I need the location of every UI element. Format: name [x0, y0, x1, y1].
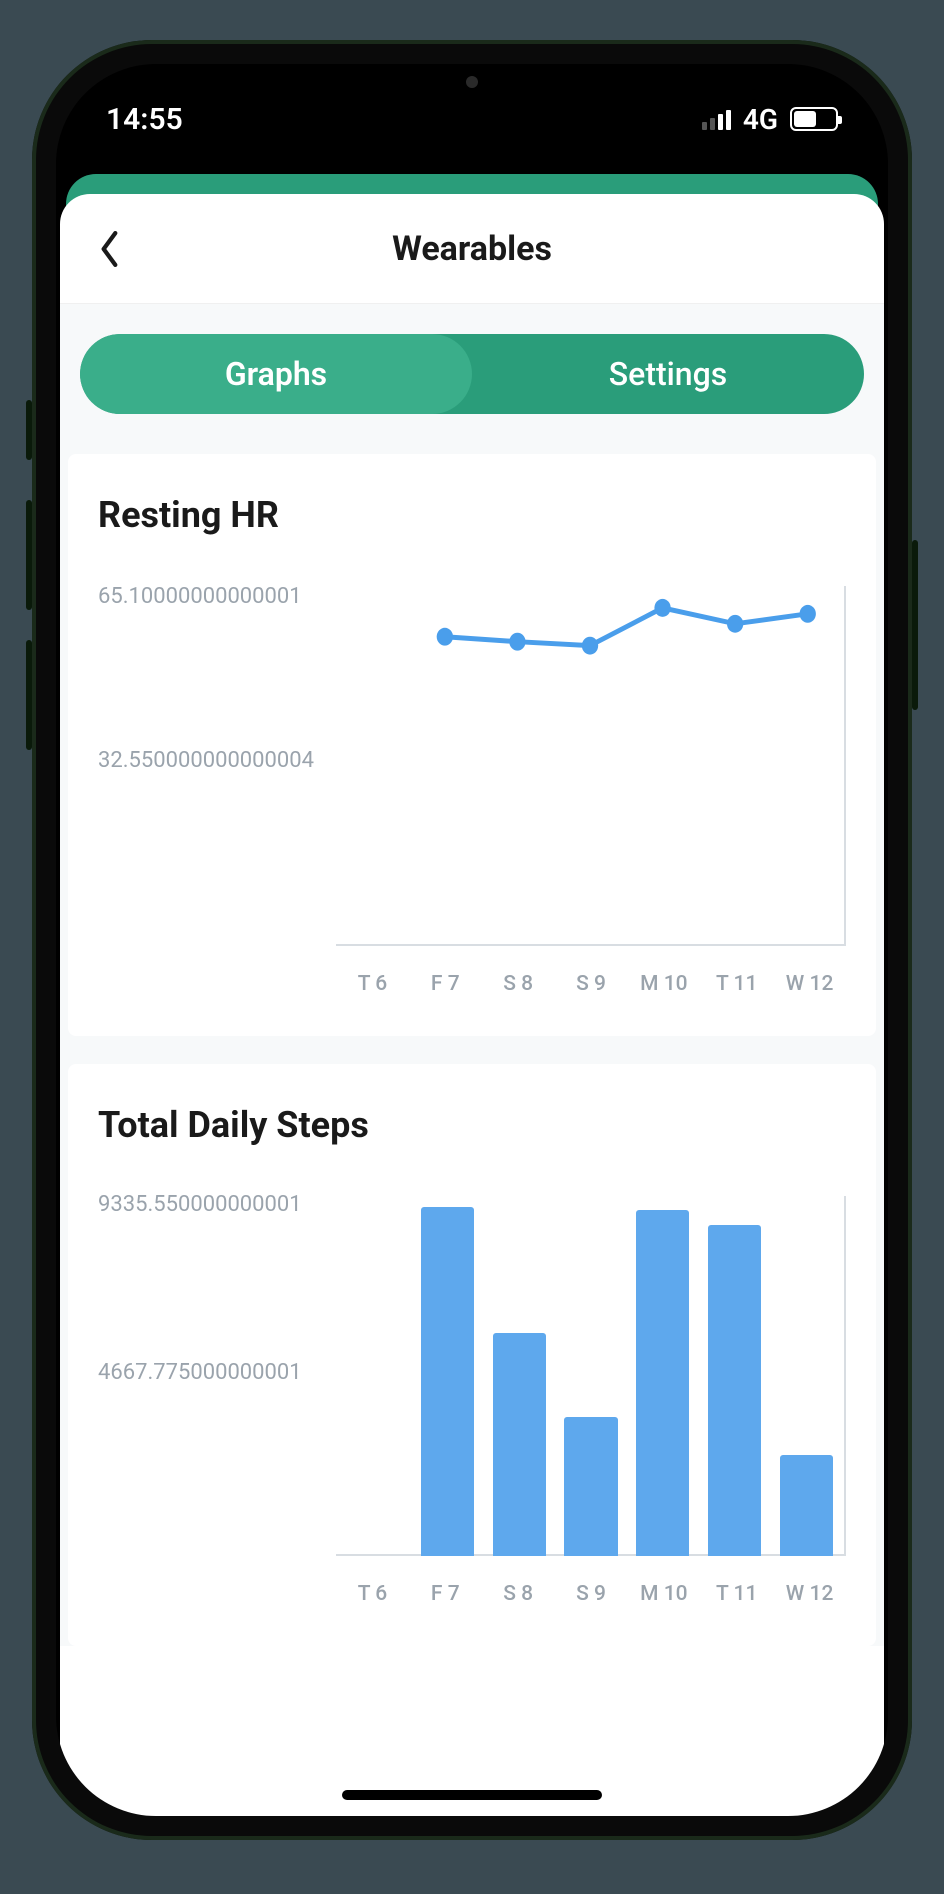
steps-x-tick: W 12: [773, 1566, 846, 1616]
hr-point: [582, 637, 598, 655]
hr-x-tick: S 8: [482, 956, 555, 1006]
tab-graphs[interactable]: Graphs: [80, 334, 472, 414]
hr-x-tick: W 12: [773, 956, 846, 1006]
steps-x-tick: T 11: [700, 1566, 773, 1616]
steps-y-tick-0: 9335.550000000001: [98, 1192, 302, 1217]
phone-screen: 14:55 4G Wearables Graphs Settings: [56, 64, 888, 1816]
steps-x-tick: T 6: [336, 1566, 409, 1616]
steps-y-tick-1: 4667.775000000001: [98, 1360, 302, 1385]
steps-bar: [421, 1207, 474, 1556]
volume-down-button: [26, 640, 32, 750]
steps-bar-slot: [483, 1196, 555, 1556]
steps-bar: [493, 1333, 546, 1556]
hr-x-axis: T 6 F 7 S 8 S 9 M 10 T 11 W 12: [336, 956, 846, 1006]
steps-bar-slot: [699, 1196, 771, 1556]
steps-bar-slot: [555, 1196, 627, 1556]
hr-x-tick: T 11: [700, 956, 773, 1006]
app-sheet: Wearables Graphs Settings Resting HR 65.…: [60, 194, 884, 1816]
steps-bar-slot: [412, 1196, 484, 1556]
hr-point: [509, 633, 525, 651]
page-title: Wearables: [392, 229, 552, 269]
hr-line-path: [445, 608, 808, 646]
steps-bar-slot: [770, 1196, 842, 1556]
hr-plot-area: [336, 586, 846, 946]
side-button: [26, 400, 32, 460]
home-indicator[interactable]: [342, 1790, 602, 1800]
hr-x-tick: S 9: [555, 956, 628, 1006]
tabs-bar: Graphs Settings: [60, 304, 884, 454]
back-button[interactable]: [90, 229, 130, 269]
steps-x-tick: F 7: [409, 1566, 482, 1616]
hr-x-tick: M 10: [627, 956, 700, 1006]
status-right: 4G: [702, 103, 838, 136]
power-button: [912, 540, 918, 710]
hr-point: [727, 615, 743, 633]
steps-card: Total Daily Steps 9335.550000000001 4667…: [68, 1064, 876, 1646]
resting-hr-chart: 65.10000000000001 32.550000000000004: [98, 586, 846, 1006]
battery-icon: [790, 107, 838, 131]
steps-bar-slot: [627, 1196, 699, 1556]
phone-frame: 14:55 4G Wearables Graphs Settings: [32, 40, 912, 1840]
steps-chart: 9335.550000000001 4667.775000000001: [98, 1196, 846, 1616]
resting-hr-card: Resting HR 65.10000000000001 32.55000000…: [68, 454, 876, 1036]
steps-bars: [336, 1196, 846, 1556]
tab-settings[interactable]: Settings: [472, 334, 864, 414]
hr-y-tick-0: 65.10000000000001: [98, 584, 302, 609]
steps-title: Total Daily Steps: [98, 1104, 846, 1146]
hr-point: [437, 628, 453, 646]
hr-x-tick: T 6: [336, 956, 409, 1006]
hr-y-tick-1: 32.550000000000004: [98, 748, 314, 773]
steps-bar: [564, 1417, 617, 1556]
page-header: Wearables: [60, 194, 884, 304]
steps-bar: [636, 1210, 689, 1556]
hr-point: [800, 605, 816, 623]
steps-bar: [780, 1455, 833, 1556]
steps-x-tick: S 9: [555, 1566, 628, 1616]
hr-y-axis: 65.10000000000001 32.550000000000004: [98, 586, 358, 1006]
tabs-container: Graphs Settings: [80, 334, 864, 414]
content-scroll[interactable]: Resting HR 65.10000000000001 32.55000000…: [60, 454, 884, 1646]
steps-x-axis: T 6 F 7 S 8 S 9 M 10 T 11 W 12: [336, 1566, 846, 1616]
network-label: 4G: [743, 103, 778, 136]
steps-x-tick: S 8: [482, 1566, 555, 1616]
steps-y-axis: 9335.550000000001 4667.775000000001: [98, 1196, 358, 1616]
status-time: 14:55: [106, 102, 183, 137]
hr-line-svg: [336, 586, 844, 944]
phone-notch: [322, 64, 622, 124]
volume-up-button: [26, 500, 32, 610]
steps-x-tick: M 10: [627, 1566, 700, 1616]
steps-bar-slot: [340, 1196, 412, 1556]
resting-hr-title: Resting HR: [98, 494, 846, 536]
chevron-left-icon: [99, 231, 121, 267]
signal-icon: [702, 108, 731, 130]
hr-point: [654, 599, 670, 617]
steps-bar: [708, 1225, 761, 1556]
hr-x-tick: F 7: [409, 956, 482, 1006]
